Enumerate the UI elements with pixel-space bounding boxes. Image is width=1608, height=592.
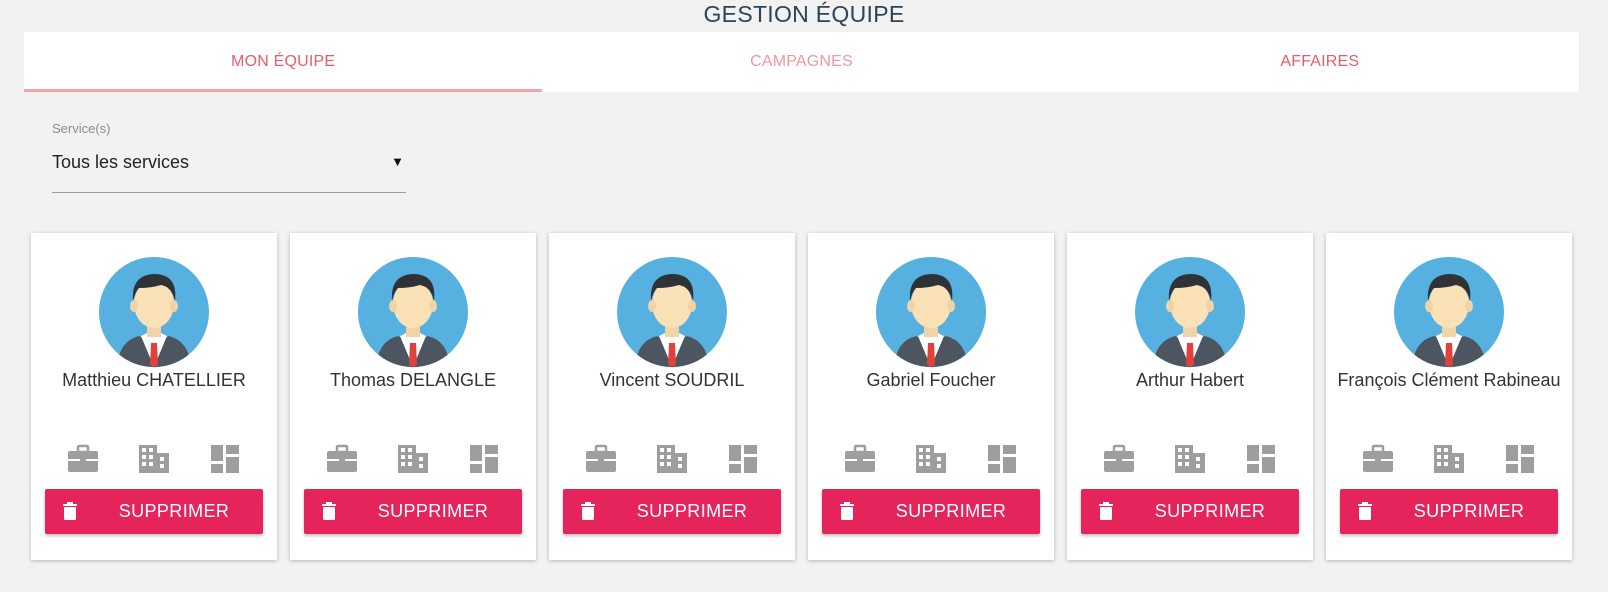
building-icon[interactable] [396,442,430,476]
member-actions [808,442,1054,476]
trash-icon [322,502,336,520]
tab-mon-equipe[interactable]: MON ÉQUIPE [24,32,543,92]
delete-button-label: SUPPRIMER [895,501,1007,521]
service-select-value: Tous les services [52,152,190,172]
member-actions [1067,442,1313,476]
delete-member-button[interactable]: SUPPRIMER [304,489,522,534]
dashboard-icon[interactable] [726,442,760,476]
member-name: Arthur Habert [1135,370,1245,390]
member-actions [31,442,277,476]
building-icon[interactable] [914,442,948,476]
building-icon[interactable] [1432,442,1466,476]
trash-icon [581,502,595,520]
businessman-avatar-icon [358,257,468,367]
member-card: Thomas DELANGLE SUPPRIMER [290,233,536,560]
businessman-avatar-icon [876,257,986,367]
delete-button-label: SUPPRIMER [636,501,748,521]
businessman-avatar-icon [1135,257,1245,367]
building-icon[interactable] [1173,442,1207,476]
member-name: Gabriel Foucher [866,370,996,390]
member-card: Matthieu CHATELLIER SUPPRIMER [31,233,277,560]
delete-button-label: SUPPRIMER [118,501,230,521]
delete-member-button[interactable]: SUPPRIMER [563,489,781,534]
page-title: GESTION ÉQUIPE [703,1,905,27]
trash-icon [1358,502,1372,520]
delete-button-label: SUPPRIMER [1413,501,1525,521]
building-icon[interactable] [137,442,171,476]
briefcase-icon[interactable] [1361,442,1395,476]
member-name: Thomas DELANGLE [329,370,497,390]
service-select-label: Service(s) [52,121,111,136]
dashboard-icon[interactable] [1503,442,1537,476]
tab-affaires[interactable]: AFFAIRES [1061,32,1579,92]
delete-button-label: SUPPRIMER [1154,501,1266,521]
businessman-avatar-icon [99,257,209,367]
briefcase-icon[interactable] [325,442,359,476]
service-select[interactable]: Service(s) Tous les services ▼ [52,118,406,193]
caret-down-icon: ▼ [391,154,404,169]
delete-member-button[interactable]: SUPPRIMER [1340,489,1558,534]
member-actions [549,442,795,476]
team-member-list: Matthieu CHATELLIER SUPPRIMER Thomas DEL… [31,233,1572,560]
briefcase-icon[interactable] [584,442,618,476]
tab-bar: MON ÉQUIPE CAMPAGNES AFFAIRES [24,32,1579,92]
member-card: Vincent SOUDRIL SUPPRIMER [549,233,795,560]
delete-button-label: SUPPRIMER [377,501,489,521]
dashboard-icon[interactable] [208,442,242,476]
member-name: Vincent SOUDRIL [599,370,745,390]
member-name: François Clément Rabineau [1337,370,1561,390]
delete-member-button[interactable]: SUPPRIMER [1081,489,1299,534]
businessman-avatar-icon [1394,257,1504,367]
briefcase-icon[interactable] [1102,442,1136,476]
dashboard-icon[interactable] [1244,442,1278,476]
briefcase-icon[interactable] [66,442,100,476]
delete-member-button[interactable]: SUPPRIMER [822,489,1040,534]
member-name: Matthieu CHATELLIER [62,370,246,390]
trash-icon [63,502,77,520]
dashboard-icon[interactable] [467,442,501,476]
briefcase-icon[interactable] [843,442,877,476]
businessman-avatar-icon [617,257,727,367]
member-actions [1326,442,1572,476]
member-card: François Clément Rabineau SUPPRIMER [1326,233,1572,560]
dashboard-icon[interactable] [985,442,1019,476]
member-card: Gabriel Foucher SUPPRIMER [808,233,1054,560]
member-actions [290,442,536,476]
trash-icon [840,502,854,520]
member-card: Arthur Habert SUPPRIMER [1067,233,1313,560]
tab-campagnes[interactable]: CAMPAGNES [542,32,1060,92]
trash-icon [1099,502,1113,520]
delete-member-button[interactable]: SUPPRIMER [45,489,263,534]
building-icon[interactable] [655,442,689,476]
